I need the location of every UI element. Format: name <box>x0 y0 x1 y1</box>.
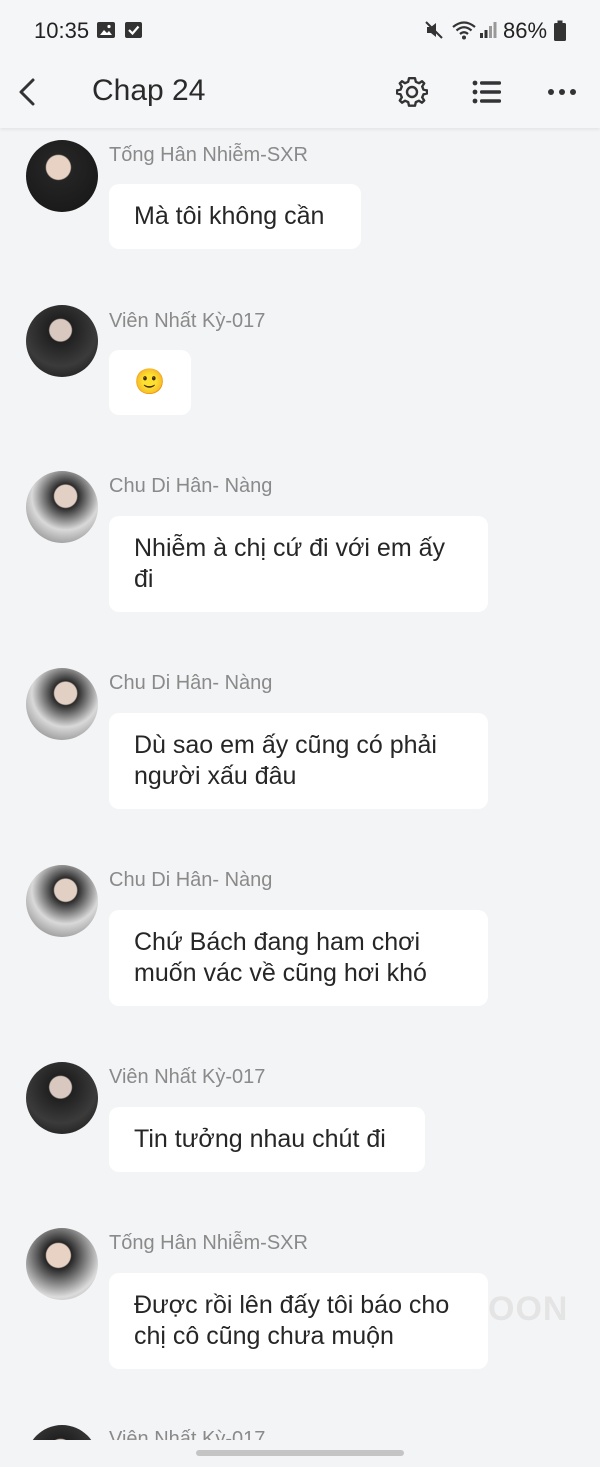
back-button[interactable] <box>6 70 50 114</box>
checkbox-icon <box>124 20 144 45</box>
home-indicator[interactable] <box>196 1450 404 1456</box>
avatar[interactable] <box>26 305 98 377</box>
avatar[interactable] <box>26 865 98 937</box>
message-bubble: 🙂 <box>109 350 191 415</box>
sender-name: Chu Di Hân- Nàng <box>109 869 273 891</box>
settings-button[interactable] <box>390 70 434 114</box>
battery-icon <box>553 20 567 47</box>
page-title: Chap 24 <box>92 74 206 107</box>
avatar[interactable] <box>26 1425 98 1440</box>
chapter-list-button[interactable] <box>465 70 509 114</box>
message-bubble: Được rồi lên đấy tôi báo cho chị cô cũng… <box>109 1273 488 1369</box>
signal-icon <box>479 20 497 45</box>
sender-name: Tống Hân Nhiễm-SXR <box>109 144 308 166</box>
avatar[interactable] <box>26 140 98 212</box>
back-arrow-icon <box>19 78 35 106</box>
chapter-header: Chap 24 <box>0 62 600 128</box>
watermark-logo: OON <box>488 1290 569 1328</box>
sender-name: Chu Di Hân- Nàng <box>109 475 273 497</box>
image-icon <box>96 20 116 45</box>
message-bubble: Dù sao em ấy cũng có phải người xấu đâu <box>109 713 488 809</box>
avatar[interactable] <box>26 1062 98 1134</box>
battery-percent: 86% <box>503 18 548 43</box>
status-time: 10:35 <box>34 18 90 43</box>
avatar[interactable] <box>26 668 98 740</box>
mute-icon <box>424 20 444 45</box>
message-bubble: Mà tôi không cần <box>109 184 361 249</box>
message-bubble: Tin tưởng nhau chút đi <box>109 1107 425 1172</box>
message-bubble: Chứ Bách đang ham chơi muốn vác về cũng … <box>109 910 488 1006</box>
sender-name: Chu Di Hân- Nàng <box>109 672 273 694</box>
wifi-icon <box>451 20 477 45</box>
sender-name: Tống Hân Nhiễm-SXR <box>109 1232 308 1254</box>
sender-name: Viên Nhất Kỳ-017 <box>109 310 266 332</box>
sender-name: Viên Nhất Kỳ-017 <box>109 1066 266 1088</box>
sender-name: Viên Nhất Kỳ-017 <box>109 1428 266 1440</box>
status-bar: 10:35 86% <box>0 0 600 62</box>
avatar[interactable] <box>26 471 98 543</box>
chat-feed[interactable]: Tống Hân Nhiễm-SXR Mà tôi không cần Viên… <box>0 128 600 1440</box>
more-options-button[interactable] <box>540 70 584 114</box>
more-icon <box>548 89 576 95</box>
gear-icon <box>396 76 428 107</box>
avatar[interactable] <box>26 1228 98 1300</box>
message-bubble: Nhiễm à chị cứ đi với em ấy đi <box>109 516 488 612</box>
list-icon <box>472 80 501 104</box>
